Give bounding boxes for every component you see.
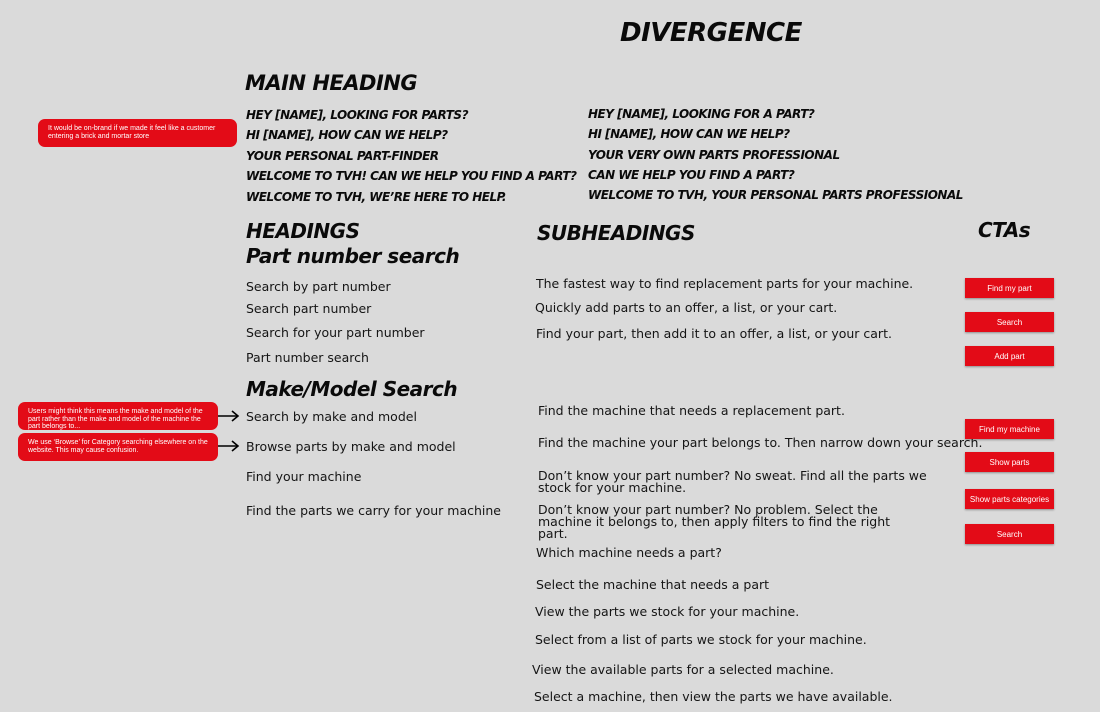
main-heading-variant-alt: HEY [NAME], LOOKING FOR A PART?	[588, 107, 815, 121]
show-parts-button[interactable]: Show parts	[965, 452, 1054, 472]
find-my-part-button[interactable]: Find my part	[965, 278, 1054, 298]
heading-option: Search part number	[246, 301, 372, 316]
search-button[interactable]: Search	[965, 312, 1054, 332]
subheading-option: Don’t know your part number? No sweat. F…	[538, 468, 927, 495]
ctas-title: CTAs	[978, 218, 1031, 242]
arrow-right-icon	[218, 410, 240, 422]
make-model-heading: Make/Model Search	[246, 377, 458, 401]
subheading-option: View the available parts for a selected …	[532, 662, 834, 677]
heading-option: Search for your part number	[246, 325, 425, 340]
headings-title: HEADINGS	[246, 219, 360, 243]
add-part-button[interactable]: Add part	[965, 346, 1054, 366]
subheading-option: Find the machine that needs a replacemen…	[538, 403, 845, 418]
subheading-option: View the parts we stock for your machine…	[535, 604, 800, 619]
subheading-option: Quickly add parts to an offer, a list, o…	[535, 300, 838, 315]
subheading-option: Which machine needs a part?	[536, 545, 722, 560]
subheading-option: Select from a list of parts we stock for…	[535, 632, 867, 647]
subheading-option: Find your part, then add it to an offer,…	[536, 326, 892, 341]
subheading-option: Don’t know your part number? No problem.…	[538, 502, 891, 541]
subheading-option: Find the machine your part belongs to. T…	[538, 435, 983, 450]
heading-option: Search by make and model	[246, 409, 417, 424]
main-heading-variant-alt: CAN WE HELP YOU FIND A PART?	[588, 168, 795, 182]
subheading-option: Select the machine that needs a part	[536, 577, 770, 592]
main-heading-variant: HEY [NAME], LOOKING FOR PARTS?	[246, 108, 469, 122]
heading-option: Search by part number	[246, 279, 391, 294]
heading-option: Part number search	[246, 350, 369, 365]
show-parts-categories-button[interactable]: Show parts categories	[965, 489, 1054, 509]
main-heading-variant: HI [NAME], HOW CAN WE HELP?	[246, 128, 448, 142]
main-heading-variant-alt: WELCOME TO TVH, YOUR PERSONAL PARTS PROF…	[588, 188, 963, 202]
main-heading-variant: WELCOME TO TVH! CAN WE HELP YOU FIND A P…	[246, 169, 577, 183]
heading-option: Find your machine	[246, 469, 362, 484]
heading-option: Browse parts by make and model	[246, 439, 456, 454]
comment-note[interactable]: It would be on-brand if we made it feel …	[38, 119, 237, 147]
subheadings-title: SUBHEADINGS	[537, 221, 695, 245]
subheading-option: The fastest way to find replacement part…	[536, 276, 914, 291]
arrow-right-icon	[218, 440, 240, 452]
search-button[interactable]: Search	[965, 524, 1054, 544]
main-heading-title: MAIN HEADING	[245, 71, 418, 95]
main-heading-variant: YOUR PERSONAL PART-FINDER	[246, 149, 439, 163]
find-my-machine-button[interactable]: Find my machine	[965, 419, 1054, 439]
main-heading-variant: WELCOME TO TVH, WE’RE HERE TO HELP.	[246, 190, 506, 204]
page-title: DIVERGENCE	[620, 18, 802, 48]
part-number-heading: Part number search	[246, 244, 460, 268]
comment-note[interactable]: Users might think this means the make an…	[18, 402, 218, 430]
main-heading-variant-alt: YOUR VERY OWN PARTS PROFESSIONAL	[588, 148, 840, 162]
comment-note[interactable]: We use ‘Browse’ for Category searching e…	[18, 433, 218, 461]
subheading-option: Select a machine, then view the parts we…	[534, 689, 893, 704]
main-heading-variant-alt: HI [NAME], HOW CAN WE HELP?	[588, 127, 790, 141]
heading-option: Find the parts we carry for your machine	[246, 503, 501, 518]
